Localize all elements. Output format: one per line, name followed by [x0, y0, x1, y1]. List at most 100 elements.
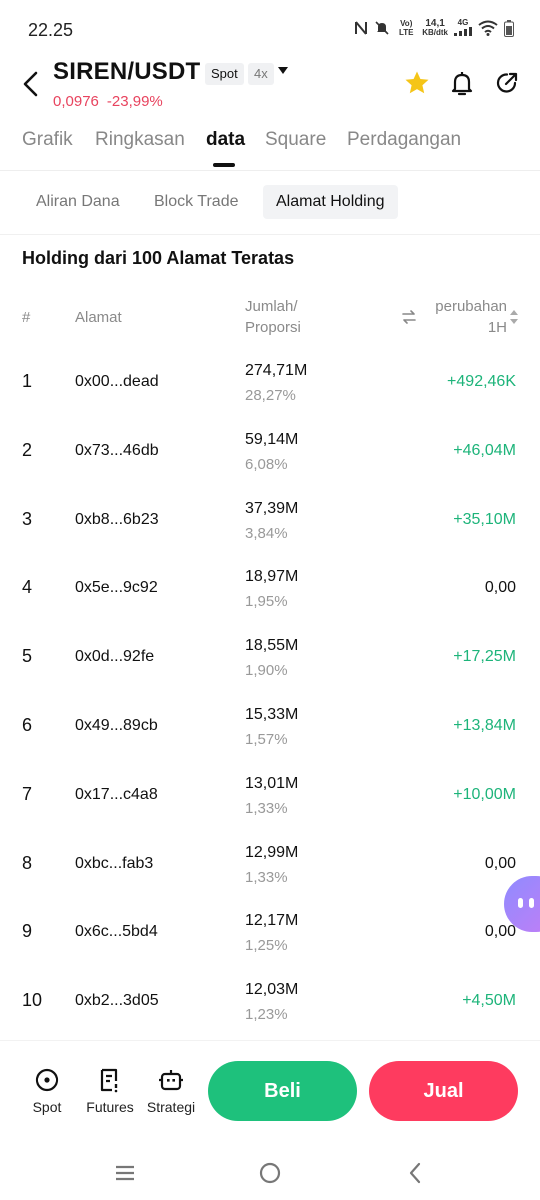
price-line: 0,0976 -23,99%	[53, 93, 163, 110]
tab-grafik[interactable]: Grafik	[22, 129, 73, 151]
network-type: 4G	[457, 18, 469, 27]
leverage-badge: 4x	[248, 63, 274, 85]
favorite-star-icon[interactable]	[403, 69, 431, 97]
holding-proportion: 1,23%	[245, 1006, 288, 1024]
holding-rank: 10	[22, 990, 43, 1011]
pair-dropdown-caret-icon[interactable]	[278, 67, 288, 74]
pair-header: SIREN/USDT Spot 4x 0,0976 -23,99%	[0, 55, 540, 120]
holding-rank: 2	[22, 439, 33, 460]
battery-icon	[504, 19, 514, 37]
strategy-bot-icon	[159, 1070, 183, 1091]
nav-spot-button[interactable]: Spot	[17, 1063, 77, 1123]
holding-row[interactable]: 5 0x0d...92fe 18,55M 1,90% +17,25M	[0, 625, 540, 694]
status-icons: Vo) LTE 14,1 KB/dtk 4G	[354, 18, 514, 38]
sell-button[interactable]: Jual	[369, 1061, 518, 1121]
holding-amount: 12,17M	[245, 912, 299, 930]
holding-rank: 8	[22, 852, 33, 873]
subtab-alamat-holding[interactable]: Alamat Holding	[263, 185, 398, 219]
subtab-block-trade[interactable]: Block Trade	[141, 185, 251, 219]
spot-icon	[35, 1068, 59, 1092]
holding-proportion: 1,90%	[245, 662, 288, 680]
holding-proportion: 6,08%	[245, 455, 288, 473]
holding-proportion: 1,33%	[245, 799, 288, 817]
holding-amount: 13,01M	[245, 774, 299, 792]
nav-strategi-label: Strategi	[146, 1099, 196, 1115]
holding-address: 0x73...46db	[75, 441, 159, 459]
holding-row[interactable]: 9 0x6c...5bd4 12,17M 1,25% 0,00	[0, 900, 540, 969]
holding-row[interactable]: 1 0x00...dead 274,71M 28,27% +492,46K	[0, 350, 540, 419]
buy-button[interactable]: Beli	[208, 1061, 357, 1121]
price-change: -23,99%	[106, 93, 163, 110]
holding-change: +46,04M	[453, 441, 516, 459]
recent-apps-icon[interactable]	[113, 1161, 137, 1185]
nav-strategi-button[interactable]: Strategi	[141, 1063, 201, 1123]
holding-proportion: 28,27%	[245, 387, 296, 404]
tab-ringkasan[interactable]: Ringkasan	[95, 129, 185, 151]
holding-row[interactable]: 7 0x17...c4a8 13,01M 1,33% +10,00M	[0, 763, 540, 832]
bell-icon[interactable]	[448, 69, 476, 97]
pair-title[interactable]: SIREN/USDT	[53, 58, 200, 86]
status-bar: 22.25 Vo) LTE 14,1 KB/dtk 4G	[0, 0, 540, 60]
column-header-amount: Jumlah/ Proporsi	[245, 296, 301, 338]
tab-data[interactable]: data	[206, 129, 245, 151]
share-icon[interactable]	[493, 69, 521, 97]
holding-proportion: 1,33%	[245, 868, 288, 886]
nav-futures-button[interactable]: Futures	[80, 1063, 140, 1123]
holding-change: +492,46K	[447, 373, 516, 390]
market-type-badge: Spot	[205, 63, 244, 85]
network-speed-unit: KB/dtk	[422, 28, 448, 37]
holding-change: 0,00	[484, 854, 516, 872]
holding-amount: 274,71M	[245, 362, 308, 379]
tab-perdagangan[interactable]: Perdagangan	[347, 129, 461, 151]
column-header-amount-line2: Proporsi	[245, 319, 301, 336]
network-speed-value: 14,1	[425, 18, 445, 29]
holding-change: +35,10M	[453, 510, 516, 528]
tabs-divider	[0, 170, 540, 171]
holding-row[interactable]: 6 0x49...89cb 15,33M 1,57% +13,84M	[0, 694, 540, 763]
column-header-rank: #	[22, 309, 31, 326]
holding-row[interactable]: 2 0x73...46db 59,14M 6,08% +46,04M	[0, 419, 540, 488]
system-back-icon[interactable]	[404, 1161, 428, 1185]
holding-change: 0,00	[484, 923, 516, 941]
active-tab-indicator	[213, 163, 235, 167]
bottom-action-bar: Spot Futures Strategi Beli Jual	[0, 1040, 540, 1145]
network-speed: 14,1 KB/dtk	[422, 18, 448, 38]
signal-icon	[454, 27, 472, 36]
main-tabs: Grafik Ringkasan data Square Perdagangan	[0, 125, 540, 170]
holding-row[interactable]: 8 0xbc...fab3 12,99M 1,33% 0,00	[0, 832, 540, 901]
holding-rank: 5	[22, 646, 33, 667]
holdings-list: 1 0x00...dead 274,71M 28,27% +492,46K 2 0x73..…	[0, 350, 540, 1038]
holding-rank: 3	[22, 508, 33, 529]
holding-address: 0x49...89cb	[75, 716, 158, 734]
holding-row[interactable]: 3 0xb8...6b23 37,39M 3,84% +35,10M	[0, 488, 540, 557]
holding-change: 0,00	[484, 579, 516, 597]
holding-row[interactable]: 4 0x5e...9c92 18,97M 1,95% 0,00	[0, 556, 540, 625]
home-icon[interactable]	[258, 1161, 282, 1185]
tab-square[interactable]: Square	[265, 129, 326, 151]
holding-change: +10,00M	[453, 785, 516, 803]
holding-rank: 9	[22, 921, 33, 942]
assistant-eye-icon	[518, 898, 523, 908]
holding-change: +4,50M	[462, 992, 516, 1010]
holding-address: 0xb8...6b23	[75, 510, 159, 528]
nav-spot-label: Spot	[32, 1099, 62, 1115]
holding-address: 0x6c...5bd4	[75, 923, 158, 941]
subtab-aliran-dana[interactable]: Aliran Dana	[23, 185, 133, 219]
holding-proportion: 1,57%	[245, 730, 288, 748]
holding-proportion: 1,95%	[245, 593, 288, 611]
holding-amount: 18,97M	[245, 568, 299, 586]
column-header-change[interactable]: perubahan 1H	[435, 296, 507, 338]
sort-icon[interactable]	[509, 308, 519, 326]
holding-address: 0xb2...3d05	[75, 992, 159, 1010]
swap-icon[interactable]	[401, 309, 417, 325]
mute-icon	[375, 21, 389, 35]
holding-proportion: 1,25%	[245, 937, 288, 955]
signal-indicator: 4G	[454, 18, 472, 38]
back-arrow-icon[interactable]	[18, 69, 44, 99]
column-header-address: Alamat	[75, 309, 122, 326]
holding-row[interactable]: 10 0xb2...3d05 12,03M 1,23% +4,50M	[0, 969, 540, 1038]
holding-amount: 18,55M	[245, 637, 299, 655]
nfc-icon	[355, 21, 368, 35]
subtabs-divider	[0, 234, 540, 235]
nav-futures-label: Futures	[86, 1099, 134, 1115]
